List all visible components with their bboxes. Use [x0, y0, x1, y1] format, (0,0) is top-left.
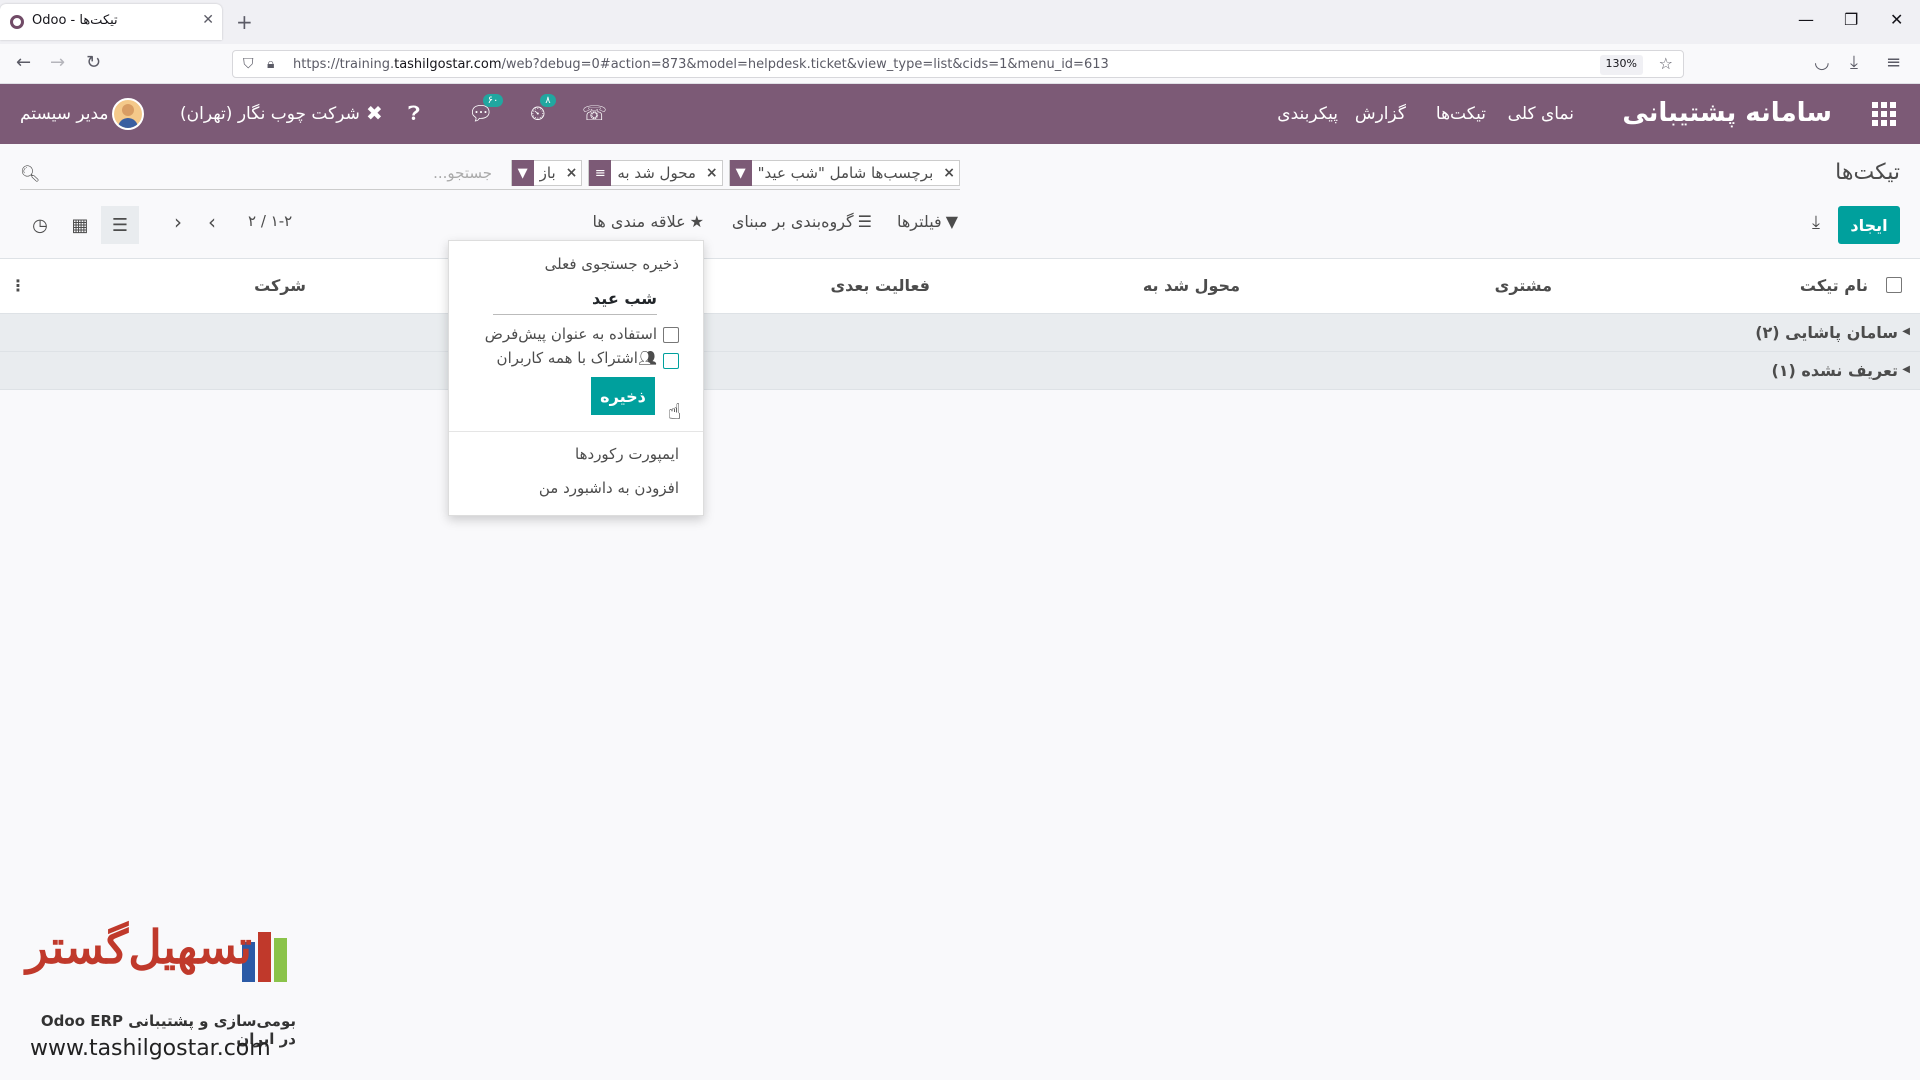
help-icon[interactable]: ❓︎ — [408, 101, 420, 125]
caret-left-icon: ◀ — [1902, 326, 1910, 337]
save-button[interactable]: ذخیره — [591, 377, 655, 415]
bookmark-star-icon[interactable]: ☆ — [1659, 54, 1673, 73]
col-company[interactable]: شرکت — [254, 276, 306, 295]
watermark-brand: تسهیل‌گستر — [26, 920, 252, 974]
pocket-icon[interactable]: ◡ — [1814, 52, 1830, 73]
search-input[interactable]: جستجو... — [433, 164, 492, 182]
restore-icon[interactable]: ❐ — [1844, 10, 1858, 29]
pager-next-icon[interactable]: ‹ — [208, 210, 216, 234]
menu-overview[interactable]: نمای کلی — [1508, 104, 1574, 124]
chat-icon[interactable]: 💬︎ ۶۰ — [468, 94, 504, 125]
users-icon: 👥︎ — [637, 349, 657, 367]
search-icon[interactable]: 🔍︎ — [20, 164, 40, 183]
app-brand[interactable]: سامانه پشتیبانی — [1622, 98, 1832, 128]
back-icon[interactable]: ← — [16, 52, 31, 73]
list-icon: ☰ — [857, 212, 872, 231]
search-bar[interactable]: 🔍︎ جستجو... ▼ باز × ≡ محول شد به × ▼ برچ… — [20, 158, 960, 190]
menu-icon[interactable]: ≡ — [1886, 52, 1901, 73]
divider — [449, 431, 703, 432]
select-all-checkbox[interactable] — [1886, 277, 1902, 293]
forward-icon[interactable]: → — [50, 52, 65, 73]
add-to-dashboard-item[interactable]: افزودن به داشبورد من — [539, 479, 679, 497]
facet-assigned[interactable]: ≡ محول شد به × — [588, 160, 723, 186]
phone-icon[interactable]: ☏ — [582, 101, 607, 125]
apps-menu-icon[interactable] — [1872, 102, 1896, 126]
activity-view-icon[interactable]: ◷ — [21, 206, 59, 244]
caret-left-icon: ◀ — [1902, 364, 1910, 375]
url-bar[interactable]: ⛉ 🔒︎ https://training.tashilgostar.com/w… — [232, 50, 1684, 78]
default-checkbox[interactable] — [663, 327, 679, 343]
browser-tabbar: تیکت‌ها - Odoo ✕ + — ❐ ✕ — [0, 0, 1920, 44]
facet-tags[interactable]: ▼ برچسب‌ها شامل "شب عید" × — [728, 160, 960, 186]
new-tab-icon[interactable]: + — [236, 10, 253, 34]
avatar[interactable] — [112, 98, 144, 130]
user-menu[interactable]: مدیر سیستم — [20, 104, 109, 124]
column-options-icon[interactable]: ⋮ — [10, 276, 26, 295]
pager-value[interactable]: ۱-۲ / ۲ — [248, 212, 292, 230]
pager-prev-icon[interactable]: › — [174, 210, 182, 234]
watermark-url: www.tashilgostar.com — [30, 1036, 271, 1061]
window-close-icon[interactable]: ✕ — [1890, 10, 1903, 29]
import-records-item[interactable]: ایمپورت رکوردها — [575, 445, 679, 463]
minimize-icon[interactable]: — — [1798, 10, 1814, 29]
debug-tools-icon[interactable]: ✖ — [366, 101, 383, 125]
group-row[interactable]: سامان پاشایی (۲) ◀ — [0, 314, 1920, 352]
facet-open[interactable]: ▼ باز × — [510, 160, 583, 186]
group-icon: ≡ — [589, 160, 612, 186]
tab-close-icon[interactable]: ✕ — [202, 12, 214, 28]
filter-icon: ▼ — [729, 160, 752, 186]
share-checkbox[interactable] — [663, 353, 679, 369]
url-text[interactable]: https://training.tashilgostar.com/web?de… — [293, 57, 1109, 72]
hand-cursor-icon: ☝ — [668, 400, 682, 425]
col-next-activity[interactable]: فعالیت بعدی — [830, 276, 930, 295]
col-customer[interactable]: مشتری — [1495, 276, 1552, 295]
save-search-title: ذخیره جستجوی فعلی — [544, 255, 679, 273]
col-ticket-name[interactable]: نام تیکت — [1800, 276, 1868, 295]
facet-remove-icon[interactable]: × — [702, 165, 722, 181]
filter-icon: ▼ — [511, 160, 534, 186]
download-icon[interactable]: ⤓ — [1850, 52, 1858, 73]
menu-tickets[interactable]: تیکت‌ها — [1436, 104, 1486, 124]
menu-configuration[interactable]: پیکربندی — [1277, 104, 1338, 124]
favorite-name-input[interactable]: شب عید — [493, 287, 657, 315]
star-icon: ★ — [689, 212, 704, 231]
favorites-dropdown: ذخیره جستجوی فعلی شب عید استفاده به عنوا… — [448, 240, 704, 516]
page-title[interactable]: تیکت‌ها — [1835, 160, 1900, 185]
search-facets: ▼ باز × ≡ محول شد به × ▼ برچسب‌ها شامل "… — [510, 160, 960, 186]
facet-remove-icon[interactable]: × — [939, 165, 959, 181]
filters-button[interactable]: ▼ فیلترها — [897, 212, 958, 231]
odoo-favicon-icon — [10, 15, 24, 29]
facet-remove-icon[interactable]: × — [562, 165, 582, 181]
share-all-label[interactable]: 👥︎اشتراک با همه کاربران — [497, 349, 657, 367]
group-row[interactable]: تعریف نشده (۱) ◀ — [0, 352, 1920, 390]
create-button[interactable]: ایجاد — [1838, 206, 1900, 244]
lock-icon[interactable]: 🔒︎ — [267, 56, 274, 72]
activity-badge: ۸ — [540, 94, 556, 107]
use-default-label[interactable]: استفاده به عنوان پیش‌فرض — [485, 325, 657, 343]
favorites-button[interactable]: ★ علاقه مندی ها — [593, 212, 704, 231]
zoom-level[interactable]: 130% — [1599, 55, 1643, 75]
tab-title: تیکت‌ها - Odoo — [32, 13, 118, 28]
menu-reporting[interactable]: گزارش — [1355, 104, 1406, 124]
chat-badge: ۶۰ — [482, 94, 504, 107]
col-assigned[interactable]: محول شد به — [1143, 276, 1240, 295]
filter-icon: ▼ — [945, 212, 958, 231]
list-view-icon[interactable]: ☰ — [101, 206, 139, 244]
kanban-view-icon[interactable]: ▦ — [61, 206, 99, 244]
list-header: نام تیکت مشتری محول شد به فعالیت بعدی شر… — [0, 258, 1920, 314]
company-switcher[interactable]: شرکت چوب نگار (تهران) — [180, 104, 360, 124]
activity-icon[interactable]: ⏲ ۸ — [530, 94, 556, 125]
browser-navbar: ← → ↻ ⛉ 🔒︎ https://training.tashilgostar… — [0, 44, 1920, 84]
export-download-icon[interactable]: ⤓ — [1812, 212, 1820, 233]
shield-icon[interactable]: ⛉ — [243, 56, 254, 72]
odoo-navbar: سامانه پشتیبانی نمای کلی تیکت‌ها گزارش پ… — [0, 84, 1920, 144]
browser-tab[interactable]: تیکت‌ها - Odoo ✕ — [0, 4, 222, 40]
reload-icon[interactable]: ↻ — [86, 52, 101, 73]
groupby-button[interactable]: ☰ گروه‌بندی بر مبنای — [732, 212, 872, 231]
watermark: تسهیل‌گستر بومی‌سازی و پشتیبانی Odoo ERP… — [26, 920, 296, 1070]
